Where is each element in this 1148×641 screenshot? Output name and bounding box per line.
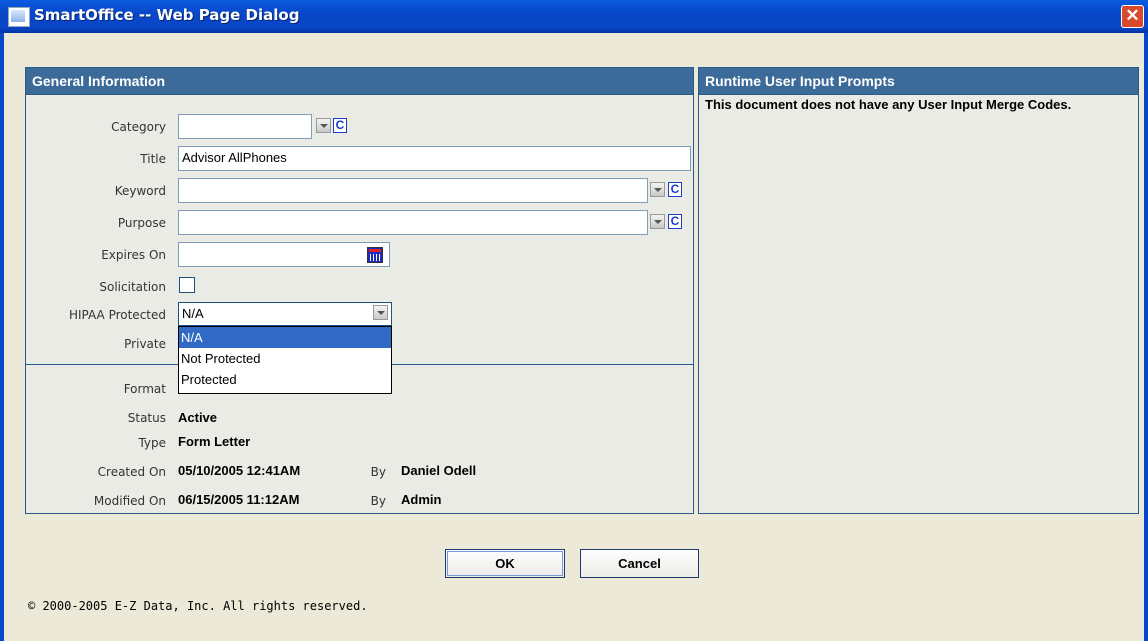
created-by-label: By <box>370 465 386 479</box>
title-bar[interactable]: SmartOffice -- Web Page Dialog ✕ <box>0 0 1148 33</box>
close-button[interactable]: ✕ <box>1121 5 1144 28</box>
format-label: Format <box>123 382 166 396</box>
status-value: Active <box>178 410 218 425</box>
hipaa-option[interactable]: Protected <box>179 369 391 390</box>
status-label: Status <box>127 411 166 425</box>
category-c-button[interactable]: C <box>333 118 347 133</box>
category-select[interactable] <box>178 114 312 139</box>
window-icon <box>8 7 30 27</box>
keyword-c-button[interactable]: C <box>668 182 682 197</box>
created-on-label: Created On <box>97 465 166 479</box>
calendar-icon[interactable] <box>367 247 383 263</box>
hipaa-options-list: N/A Not Protected Protected <box>178 326 392 394</box>
window-frame-right <box>1144 33 1148 641</box>
private-label: Private <box>124 337 166 351</box>
ok-button[interactable]: OK <box>445 549 565 578</box>
hipaa-protected-label: HIPAA Protected <box>68 308 166 322</box>
category-dropdown-arrow-icon[interactable] <box>316 118 331 133</box>
expires-on-label: Expires On <box>101 248 166 262</box>
purpose-dropdown-arrow-icon[interactable] <box>650 214 665 229</box>
keyword-select[interactable] <box>178 178 648 203</box>
general-information-panel: General Information Category C Title Adv… <box>25 67 694 514</box>
hipaa-protected-select[interactable]: N/A <box>178 302 392 326</box>
runtime-prompts-header: Runtime User Input Prompts <box>699 68 1138 95</box>
type-label: Type <box>138 436 166 450</box>
cancel-button[interactable]: Cancel <box>580 549 699 578</box>
window-frame-left <box>0 33 4 641</box>
solicitation-checkbox[interactable] <box>179 277 195 293</box>
expires-on-input[interactable] <box>178 242 390 267</box>
hipaa-dropdown-arrow-icon[interactable] <box>373 305 388 320</box>
purpose-c-button[interactable]: C <box>668 214 682 229</box>
runtime-prompts-message: This document does not have any User Inp… <box>705 97 1072 112</box>
keyword-dropdown-arrow-icon[interactable] <box>650 182 665 197</box>
category-label: Category <box>111 120 166 134</box>
copyright-text: © 2000-2005 E-Z Data, Inc. All rights re… <box>28 599 368 613</box>
general-information-header: General Information <box>26 68 693 95</box>
hipaa-option[interactable]: N/A <box>179 327 391 348</box>
keyword-label: Keyword <box>114 184 166 198</box>
type-value: Form Letter <box>178 434 251 449</box>
created-by-value: Daniel Odell <box>401 463 477 478</box>
window-title: SmartOffice -- Web Page Dialog <box>34 6 300 24</box>
runtime-prompts-panel: Runtime User Input Prompts This document… <box>698 67 1139 514</box>
solicitation-label: Solicitation <box>99 280 166 294</box>
title-label: Title <box>140 152 166 166</box>
hipaa-option[interactable]: Not Protected <box>179 348 391 369</box>
modified-by-label: By <box>370 494 386 508</box>
purpose-select[interactable] <box>178 210 648 235</box>
modified-on-label: Modified On <box>93 494 166 508</box>
modified-by-value: Admin <box>401 492 442 507</box>
title-input[interactable]: Advisor AllPhones <box>178 146 691 171</box>
purpose-label: Purpose <box>117 216 166 230</box>
